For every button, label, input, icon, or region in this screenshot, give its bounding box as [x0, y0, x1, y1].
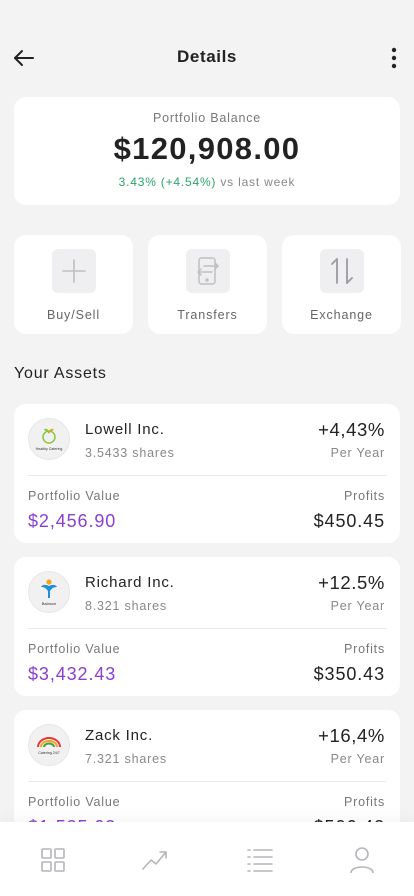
divider	[28, 475, 386, 476]
nav-profile[interactable]	[346, 844, 378, 876]
user-icon	[350, 847, 374, 874]
asset-rate: +4,43%	[318, 419, 385, 440]
asset-card[interactable]: Healthy Catering Lowell Inc. 3.5433 shar…	[14, 404, 400, 543]
buy-sell-label: Buy/Sell	[46, 308, 101, 322]
more-vertical-icon	[391, 47, 397, 69]
swap-vertical-icon	[319, 249, 364, 293]
portfolio-value-label: Portfolio Value	[28, 642, 121, 656]
exchange-label: Exchange	[310, 308, 373, 322]
profits-label: Profits	[343, 795, 385, 809]
profits-value: $350.43	[313, 664, 385, 684]
asset-shares: 7.321 shares	[85, 752, 167, 766]
portfolio-value-label: Portfolio Value	[28, 489, 121, 503]
asset-name: Zack Inc.	[85, 727, 154, 744]
asset-name: Lowell Inc.	[85, 421, 165, 438]
asset-period: Per Year	[330, 599, 385, 613]
more-options-button[interactable]	[382, 44, 406, 72]
asset-shares: 8.321 shares	[85, 599, 167, 613]
asset-rate: +12.5%	[318, 572, 385, 593]
profits-label: Profits	[343, 642, 385, 656]
divider	[28, 781, 386, 782]
balance-label: Portfolio Balance	[152, 111, 262, 125]
your-assets-title: Your Assets	[14, 365, 107, 382]
portfolio-balance-card: Portfolio Balance $120,908.00 3.43% (+4.…	[14, 97, 400, 205]
transfers-button[interactable]: Transfers	[148, 235, 267, 334]
portfolio-value-label: Portfolio Value	[28, 795, 121, 809]
header: Details	[0, 36, 414, 80]
transfers-label: Transfers	[177, 308, 238, 322]
balance-change: 3.43% (+4.54%) vs last week	[14, 175, 400, 189]
portfolio-value: $3,432.43	[28, 664, 117, 684]
exchange-button[interactable]: Exchange	[282, 235, 401, 334]
zack-logo-text: Catering 24/7	[38, 751, 60, 755]
lowell-logo-text: Healthy Catering	[36, 447, 63, 451]
asset-rate: +16,4%	[318, 725, 385, 746]
nav-list[interactable]	[244, 844, 276, 876]
profits-value: $450.45	[313, 511, 385, 531]
balance-change-suffix: vs last week	[220, 175, 296, 189]
plus-icon	[51, 249, 96, 293]
zack-logo: Catering 24/7	[28, 724, 70, 766]
bottom-navigation	[0, 822, 414, 896]
portfolio-value: $2,456.90	[28, 511, 117, 531]
divider	[28, 628, 386, 629]
lowell-logo: Healthy Catering	[28, 418, 70, 460]
nav-dashboard[interactable]	[37, 844, 69, 876]
list-icon	[247, 849, 273, 872]
chart-line-icon	[142, 851, 167, 870]
asset-name: Richard Inc.	[85, 574, 175, 591]
asset-card[interactable]: Balance Richard Inc. 8.321 shares +12.5%…	[14, 557, 400, 696]
asset-period: Per Year	[330, 446, 385, 460]
profits-label: Profits	[343, 489, 385, 503]
page-title: Details	[177, 47, 237, 66]
phone-transfer-icon	[185, 249, 230, 293]
balance-value: $120,908.00	[113, 131, 301, 166]
richard-logo: Balance	[28, 571, 70, 613]
asset-shares: 3.5433 shares	[85, 446, 175, 460]
grid-icon	[41, 848, 65, 872]
richard-logo-text: Balance	[42, 601, 57, 606]
balance-change-percent: 3.43% (+4.54%)	[118, 175, 217, 189]
details-screen: Details Portfolio Balance $120,908.00 3.…	[0, 0, 414, 896]
asset-period: Per Year	[330, 752, 385, 766]
buy-sell-button[interactable]: Buy/Sell	[14, 235, 133, 334]
nav-analytics[interactable]	[139, 844, 171, 876]
